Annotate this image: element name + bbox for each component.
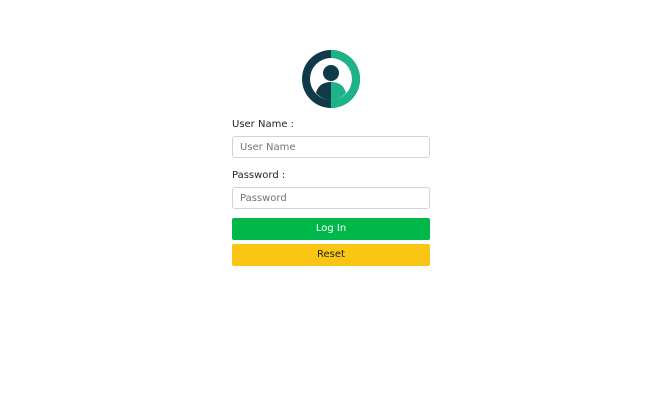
- user-avatar-icon: [302, 50, 360, 108]
- login-form: User Name : Password : Log In Reset: [232, 118, 430, 266]
- reset-button[interactable]: Reset: [232, 244, 430, 266]
- login-page: User Name : Password : Log In Reset: [0, 0, 664, 404]
- username-label: User Name :: [232, 119, 295, 130]
- username-input[interactable]: [232, 136, 430, 158]
- login-button[interactable]: Log In: [232, 218, 430, 240]
- password-label: Password :: [232, 170, 286, 181]
- password-input[interactable]: [232, 187, 430, 209]
